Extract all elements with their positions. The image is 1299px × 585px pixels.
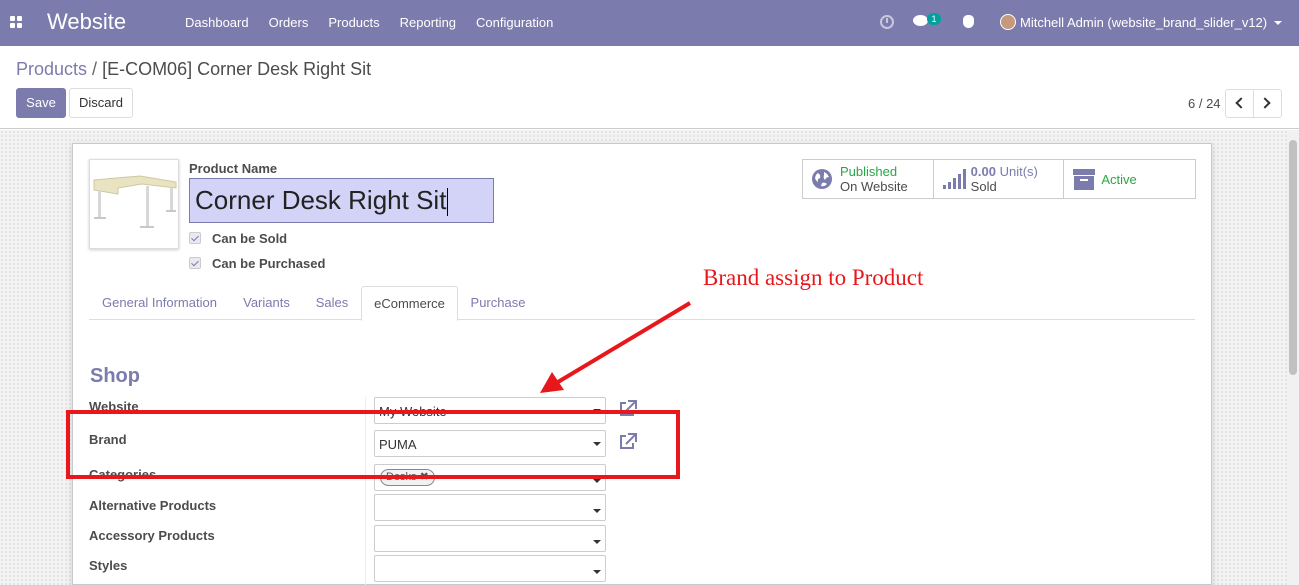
tab-sales[interactable]: Sales [303, 286, 361, 320]
field-column-divider [365, 397, 366, 585]
published-on-website: On Website [840, 179, 908, 194]
product-name-input[interactable]: Corner Desk Right Sit [189, 178, 494, 223]
published-button[interactable]: Published On Website [803, 160, 934, 198]
brand-dropdown-caret-icon[interactable] [593, 442, 601, 446]
product-name-label: Product Name [189, 161, 278, 176]
breadcrumb-separator: / [92, 59, 98, 79]
annotation-text: Brand assign to Product [703, 265, 924, 290]
corner-desk-image [93, 175, 177, 228]
styles-select[interactable] [374, 555, 606, 582]
categories-dropdown-caret-icon[interactable] [593, 479, 601, 483]
discard-button[interactable]: Discard [69, 88, 133, 118]
breadcrumb: Products / [E-COM06] Corner Desk Right Sit [16, 59, 371, 80]
published-status: Published [840, 164, 898, 179]
tab-general-information[interactable]: General Information [89, 286, 230, 320]
published-text: Published On Website [840, 164, 908, 194]
units-sold-label: Sold [970, 179, 997, 194]
globe-icon [812, 169, 832, 189]
vertical-scrollbar[interactable] [1287, 130, 1299, 585]
tab-variants[interactable]: Variants [230, 286, 303, 320]
website-dropdown-caret-icon[interactable] [593, 409, 601, 413]
active-toggle-button[interactable]: Active [1064, 160, 1195, 198]
chevron-left-icon [1235, 97, 1247, 109]
units-sold-value: 0.00 [970, 164, 996, 179]
tab-ecommerce[interactable]: eCommerce [361, 286, 458, 321]
units-sold-unit: Unit(s) [999, 164, 1038, 179]
text-cursor [447, 188, 449, 217]
can-be-purchased-label[interactable]: Can be Purchased [212, 256, 325, 271]
archive-icon [1073, 169, 1096, 190]
can-be-purchased-checkbox[interactable] [189, 257, 201, 269]
user-menu-caret-icon[interactable] [1274, 21, 1282, 25]
brand-select[interactable]: PUMA [374, 430, 606, 457]
brand-external-link-icon[interactable] [618, 433, 637, 450]
apps-menu-icon[interactable] [10, 16, 23, 29]
units-sold-button[interactable]: 0.00 Unit(s) Sold [934, 160, 1065, 198]
accessory-products-select[interactable] [374, 525, 606, 552]
user-menu-name[interactable]: Mitchell Admin (website_brand_slider_v12… [1020, 15, 1267, 30]
categories-select[interactable]: Desks ✖ [374, 464, 606, 491]
product-name-value: Corner Desk Right Sit [195, 185, 447, 215]
control-panel: Products / [E-COM06] Corner Desk Right Sit… [0, 46, 1299, 129]
category-tag[interactable]: Desks ✖ [380, 469, 435, 486]
website-value: My Website [379, 404, 447, 419]
menu-dashboard[interactable]: Dashboard [175, 0, 259, 46]
pager-next-button[interactable] [1253, 89, 1282, 118]
app-brand[interactable]: Website [47, 9, 126, 35]
active-status: Active [1101, 172, 1137, 187]
chat-icon[interactable] [913, 15, 928, 26]
website-select[interactable]: My Website [374, 397, 606, 424]
styles-dropdown-caret-icon[interactable] [593, 570, 601, 574]
top-navbar: Website Dashboard Orders Products Report… [0, 0, 1299, 46]
user-avatar[interactable] [1000, 14, 1016, 30]
can-be-sold-label[interactable]: Can be Sold [212, 231, 287, 246]
save-button[interactable]: Save [16, 88, 66, 118]
brand-value: PUMA [379, 437, 417, 452]
styles-label: Styles [89, 558, 128, 573]
shop-section-title: Shop [90, 365, 140, 387]
signal-bars-icon [942, 169, 966, 189]
pager-previous-button[interactable] [1225, 89, 1254, 118]
menu-reporting[interactable]: Reporting [390, 0, 466, 46]
website-label: Website [89, 399, 139, 414]
debug-bug-icon[interactable] [963, 15, 974, 28]
website-external-link-icon[interactable] [618, 400, 637, 417]
accessory-dropdown-caret-icon[interactable] [593, 540, 601, 544]
remove-tag-icon[interactable]: ✖ [420, 471, 429, 483]
breadcrumb-products-link[interactable]: Products [16, 59, 87, 79]
activity-clock-icon[interactable] [880, 15, 894, 29]
pager-value[interactable]: 6 / 24 [1188, 96, 1221, 111]
main-menu: Dashboard Orders Products Reporting Conf… [175, 0, 563, 46]
can-be-purchased-row: Can be Purchased [189, 255, 325, 271]
smart-button-box: Published On Website 0.00 Unit(s) Sold A… [802, 159, 1196, 199]
can-be-sold-row: Can be Sold [189, 230, 287, 246]
alternative-dropdown-caret-icon[interactable] [593, 509, 601, 513]
can-be-sold-checkbox[interactable] [189, 232, 201, 244]
product-image[interactable] [89, 159, 179, 249]
menu-configuration[interactable]: Configuration [466, 0, 563, 46]
categories-label: Categories [89, 467, 157, 482]
alternative-products-label: Alternative Products [89, 498, 217, 513]
brand-label: Brand [89, 432, 127, 447]
menu-products[interactable]: Products [318, 0, 389, 46]
scrollbar-thumb[interactable] [1289, 140, 1297, 375]
menu-orders[interactable]: Orders [259, 0, 319, 46]
notebook-tabs: General Information Variants Sales eComm… [89, 286, 1195, 321]
accessory-products-label: Accessory Products [89, 528, 215, 543]
alternative-products-select[interactable] [374, 494, 606, 521]
chevron-right-icon [1259, 97, 1271, 109]
tab-purchase[interactable]: Purchase [458, 286, 538, 320]
category-tag-label: Desks [386, 471, 417, 483]
units-sold-text: 0.00 Unit(s) Sold [971, 164, 1038, 194]
breadcrumb-current: [E-COM06] Corner Desk Right Sit [102, 59, 372, 79]
chat-counter-badge: 1 [927, 13, 941, 25]
